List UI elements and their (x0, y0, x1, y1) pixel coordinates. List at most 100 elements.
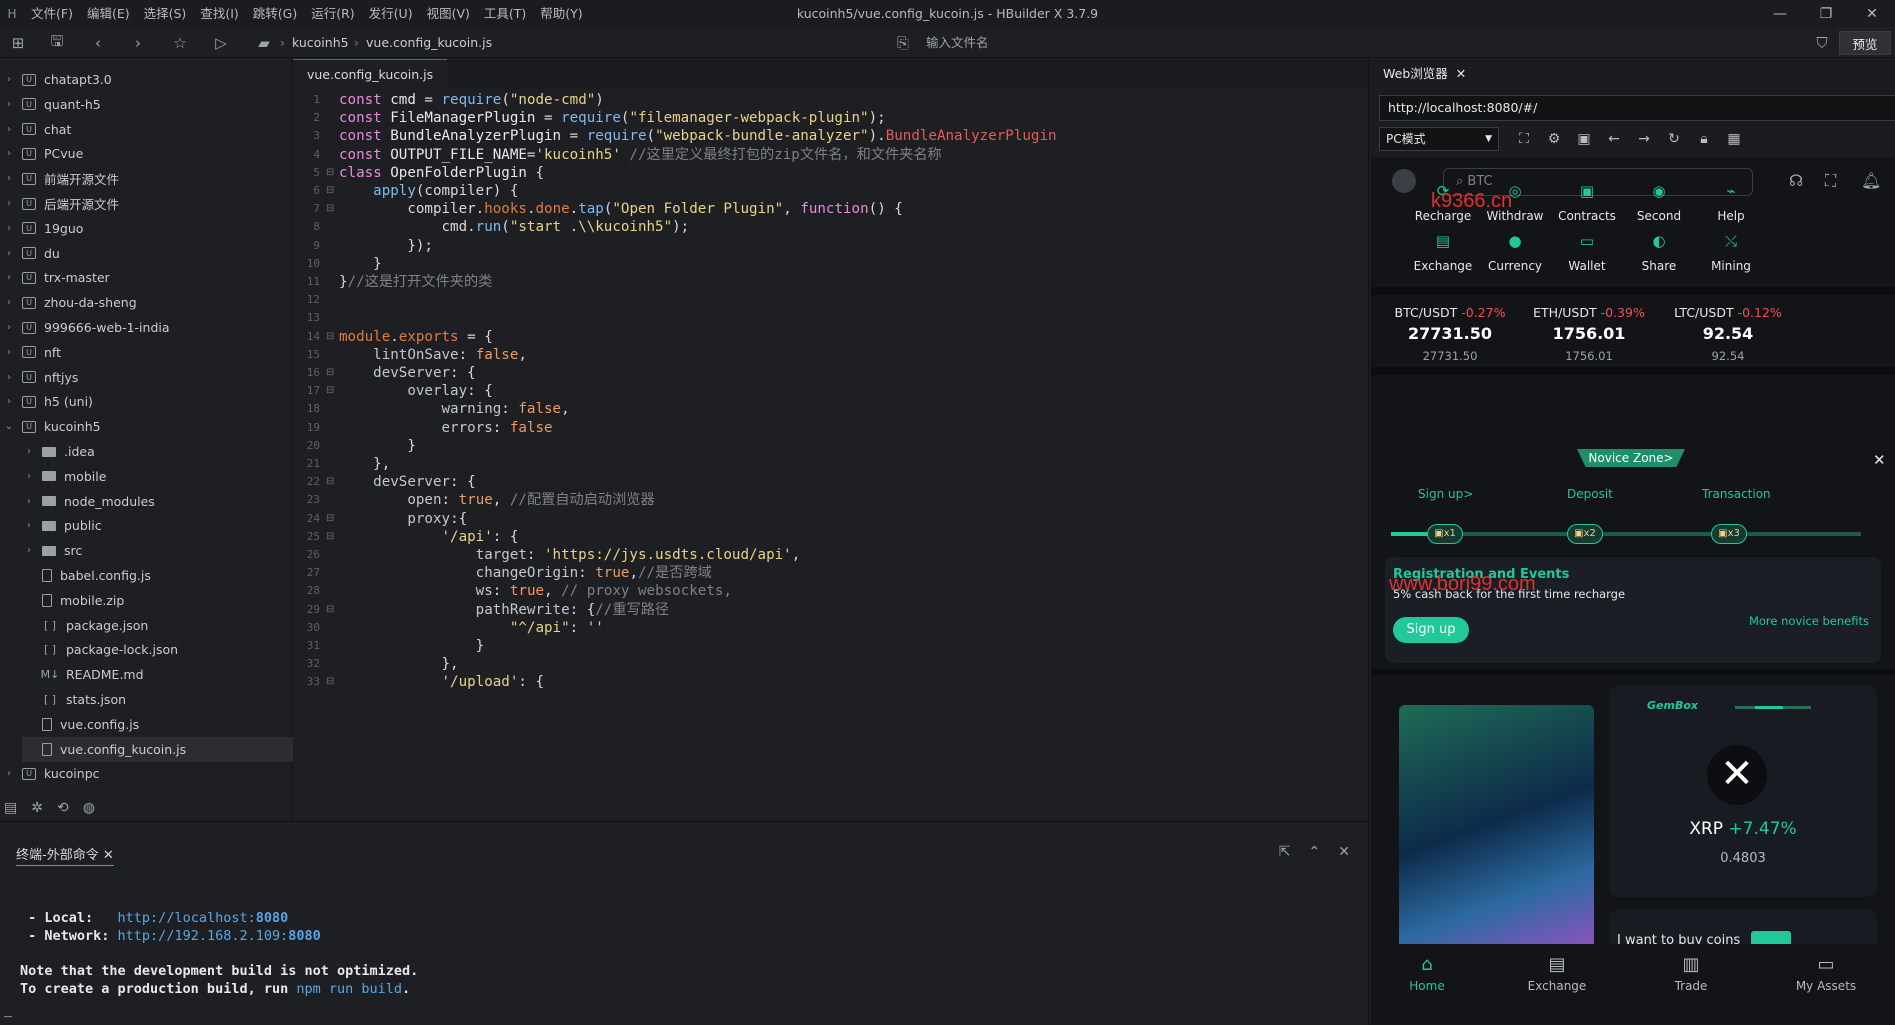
menu-item[interactable]: 视图(V) (420, 0, 477, 28)
plugin-icon[interactable]: ⟲ (57, 800, 69, 816)
terminal-tab[interactable]: 终端-外部命令 ✕ (16, 844, 114, 866)
collapse-icon[interactable]: ⌃ (1309, 844, 1321, 860)
tree-project[interactable]: › U PCvue (2, 141, 83, 166)
browser-tab[interactable]: Web浏览器 ✕ (1383, 59, 1466, 89)
console-icon[interactable]: ▣ (1569, 127, 1599, 151)
globe-icon[interactable]: ◍ (83, 800, 95, 816)
filter-icon[interactable]: ⛉ (1808, 28, 1836, 58)
chevron-icon[interactable]: › (2, 223, 16, 234)
fold-toggle-icon[interactable]: ⊟ (326, 326, 336, 348)
gembox-card[interactable]: GemBox ✕ XRP +7.47% 0.4803 (1609, 685, 1877, 897)
editor-tab-active[interactable]: vue.config_kucoin.js (293, 59, 448, 89)
menu-item[interactable]: 文件(F) (24, 0, 80, 28)
menu-item[interactable]: 运行(R) (304, 0, 361, 28)
screenshot-icon[interactable]: ⛶ (1509, 127, 1539, 151)
ticker-card[interactable]: ETH/USDT -0.39% 1756.01 1756.01 (1514, 305, 1664, 363)
tree-project[interactable]: › Uchatapt3.0 (2, 67, 112, 92)
tree-project[interactable]: › Uchat (2, 117, 71, 142)
tree-project[interactable]: › Unftjys (2, 365, 78, 390)
new-file-icon[interactable]: ⊞ (4, 28, 32, 58)
tree-project[interactable]: › U 19guo (2, 216, 83, 241)
close-window-button[interactable]: ✕ (1849, 0, 1895, 28)
chevron-icon[interactable]: › (22, 446, 36, 457)
clear-icon[interactable]: ✕ (1338, 844, 1350, 860)
ticker-card[interactable]: LTC/USDT -0.12% 92.54 92.54 (1653, 305, 1803, 363)
code-line[interactable]: '/upload': { (339, 671, 545, 693)
chevron-icon[interactable]: › (2, 173, 16, 184)
tree-folder[interactable]: › .idea (22, 439, 95, 464)
code-editor[interactable]: 1 const cmd = require("node-cmd") 2 const F… (293, 89, 1368, 821)
chevron-icon[interactable]: ⌄ (2, 421, 16, 432)
chevron-icon[interactable]: › (2, 372, 16, 383)
tree-project[interactable]: › U 前端开源文件 (2, 166, 119, 191)
lock-icon[interactable]: 🔒︎ (1689, 127, 1719, 151)
tree-project[interactable]: › Uzhou-da-sheng (2, 290, 137, 315)
menu-item[interactable]: 工具(T) (477, 0, 533, 28)
export-icon[interactable]: ⇱ (1279, 844, 1291, 860)
fold-toggle-icon[interactable]: ⊟ (326, 526, 336, 548)
chevron-icon[interactable]: › (2, 198, 16, 209)
run-icon[interactable]: ▷ (207, 28, 235, 58)
tree-project[interactable]: › Udu (2, 241, 60, 266)
chevron-icon[interactable]: › (2, 396, 16, 407)
back-icon[interactable]: ‹ (84, 28, 112, 58)
local-url-link[interactable]: http://localhost: (118, 910, 256, 926)
chevron-icon[interactable]: › (2, 148, 16, 159)
tree-project[interactable]: › Ukucoinpc (2, 761, 100, 786)
menu-item[interactable]: 编辑(E) (80, 0, 137, 28)
save-icon[interactable]: 🖫 (43, 28, 71, 58)
tree-file[interactable]: babel.config.js (22, 563, 151, 588)
chevron-icon[interactable]: › (2, 272, 16, 283)
menu-item[interactable]: 发行(U) (362, 0, 420, 28)
file-search-input[interactable]: 输入文件名 (926, 28, 989, 58)
url-input[interactable]: http://localhost:8080/#/ (1379, 95, 1895, 121)
tree-file[interactable]: M↓ README.md (22, 662, 144, 687)
novice-zone-badge[interactable]: Novice Zone> (1577, 449, 1685, 467)
fold-toggle-icon[interactable]: ⊟ (326, 599, 336, 621)
explorer-view-icon[interactable]: ▤ (4, 800, 17, 816)
tree-project[interactable]: › Uquant-h5 (2, 92, 101, 117)
nav-exchange[interactable]: ▤ Exchange (1507, 954, 1607, 993)
close-browser-tab-icon[interactable]: ✕ (1456, 66, 1466, 81)
scan-icon[interactable]: ⛶ (1825, 171, 1836, 191)
device-mode-select[interactable]: PC模式 ▼ (1379, 127, 1499, 151)
network-url-link[interactable]: http://192.168.2.109: (118, 928, 289, 944)
step-signup[interactable]: Sign up> (1418, 487, 1473, 501)
tree-file[interactable]: [ ] package.json (22, 613, 148, 638)
chevron-icon[interactable]: › (2, 248, 16, 259)
chevron-icon[interactable]: › (2, 124, 16, 135)
tree-project[interactable]: › Uh5 (uni) (2, 389, 93, 414)
chevron-icon[interactable]: › (22, 545, 36, 556)
fold-toggle-icon[interactable]: ⊟ (326, 380, 336, 402)
menu-item[interactable]: 帮助(Y) (533, 0, 589, 28)
qrcode-icon[interactable]: ▦ (1719, 127, 1749, 151)
chevron-icon[interactable]: › (2, 768, 16, 779)
chevron-icon[interactable]: › (2, 322, 16, 333)
tree-project[interactable]: › U 后端开源文件 (2, 191, 119, 216)
chevron-icon[interactable]: › (2, 99, 16, 110)
tree-project[interactable]: › Unft (2, 340, 61, 365)
chevron-icon[interactable]: › (2, 74, 16, 85)
terminal-cursor[interactable]: _ (4, 1002, 12, 1018)
close-novice-icon[interactable]: ✕ (1873, 451, 1886, 469)
signup-button[interactable]: Sign up (1393, 617, 1469, 643)
tree-folder[interactable]: › mobile (22, 464, 106, 489)
tree-file[interactable]: mobile.zip (22, 588, 124, 613)
chevron-icon[interactable]: › (22, 520, 36, 531)
tree-file[interactable]: [ ] package-lock.json (22, 637, 178, 662)
browser-forward-icon[interactable]: → (1629, 127, 1659, 151)
settings-icon[interactable]: ⚙ (1539, 127, 1569, 151)
nft-artwork-image[interactable] (1399, 705, 1594, 970)
fold-toggle-icon[interactable]: ⊟ (326, 671, 336, 693)
chevron-icon[interactable]: › (22, 471, 36, 482)
fold-toggle-icon[interactable]: ⊟ (326, 198, 336, 220)
tree-project[interactable]: ⌄ Ukucoinh5 (2, 414, 101, 439)
chevron-icon[interactable]: › (2, 297, 16, 308)
debug-icon[interactable]: ✲ (31, 800, 43, 816)
menu-item[interactable]: 跳转(G) (246, 0, 304, 28)
tree-folder[interactable]: › public (22, 513, 102, 538)
tree-folder[interactable]: › src (22, 538, 82, 563)
close-tab-icon[interactable]: ✕ (103, 848, 114, 863)
tree-file[interactable]: vue.config_kucoin.js (22, 736, 305, 762)
breadcrumb-project[interactable]: kucoinh5 (292, 28, 349, 58)
